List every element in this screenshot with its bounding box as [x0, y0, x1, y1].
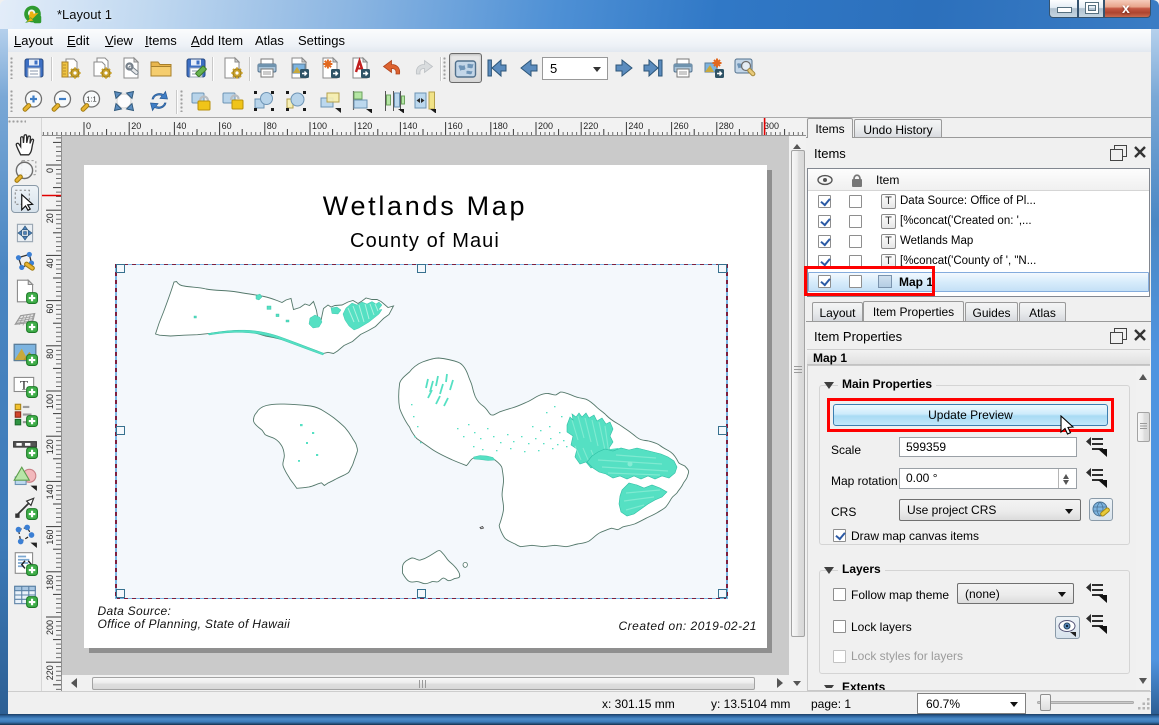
svg-text:260: 260 — [674, 121, 689, 131]
svg-text:120: 120 — [357, 121, 372, 131]
svg-text:80: 80 — [45, 349, 55, 359]
svg-text:20: 20 — [45, 213, 55, 223]
svg-text:0: 0 — [86, 121, 91, 131]
svg-text:280: 280 — [719, 121, 734, 131]
svg-text:160: 160 — [45, 530, 55, 545]
svg-text:300: 300 — [764, 121, 779, 131]
svg-text:180: 180 — [493, 121, 508, 131]
svg-text:0: 0 — [45, 168, 55, 173]
svg-text:240: 240 — [628, 121, 643, 131]
svg-text:120: 120 — [45, 439, 55, 454]
svg-text:1:1: 1:1 — [86, 95, 96, 104]
svg-text:60: 60 — [222, 121, 232, 131]
svg-text:80: 80 — [267, 121, 277, 131]
svg-text:160: 160 — [448, 121, 463, 131]
svg-text:180: 180 — [45, 575, 55, 590]
svg-text:40: 40 — [45, 258, 55, 268]
svg-text:140: 140 — [45, 484, 55, 499]
svg-text:220: 220 — [45, 665, 55, 680]
svg-text:40: 40 — [176, 121, 186, 131]
svg-text:100: 100 — [45, 394, 55, 409]
svg-text:220: 220 — [583, 121, 598, 131]
svg-text:100: 100 — [312, 121, 327, 131]
svg-text:20: 20 — [131, 121, 141, 131]
svg-text:140: 140 — [402, 121, 417, 131]
svg-text:60: 60 — [45, 304, 55, 314]
svg-text:200: 200 — [538, 121, 553, 131]
svg-text:200: 200 — [45, 620, 55, 635]
